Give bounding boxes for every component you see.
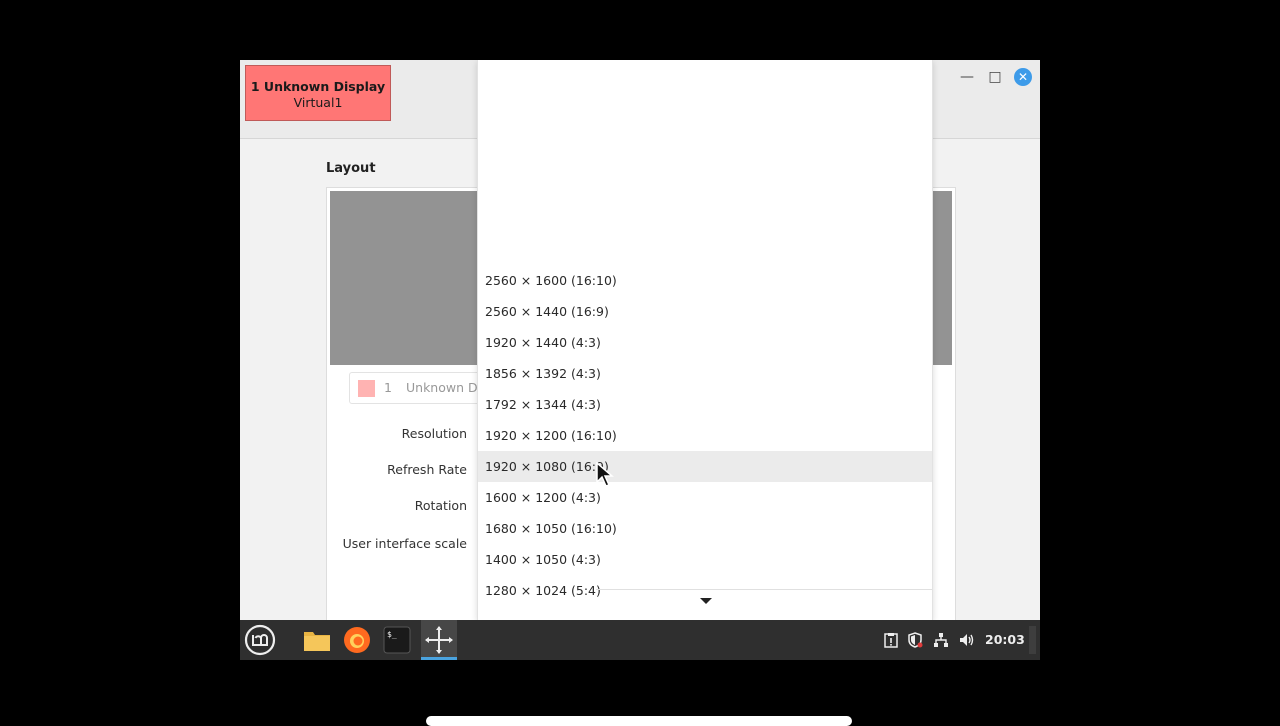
maximize-button[interactable]: □ — [986, 68, 1004, 86]
show-desktop-button[interactable] — [1029, 626, 1036, 654]
resolution-dropdown-menu[interactable]: 2560 × 1600 (16:10) 2560 × 1440 (16:9) 1… — [477, 60, 933, 620]
monitor-color-swatch — [358, 380, 375, 397]
display-settings-icon — [425, 626, 453, 654]
close-icon: ✕ — [1017, 70, 1029, 84]
volume-icon[interactable] — [959, 632, 975, 648]
resolution-option[interactable]: 1920 × 1200 (16:10) — [478, 420, 932, 451]
scroll-down-arrow-icon[interactable] — [700, 598, 712, 604]
close-button[interactable]: ✕ — [1014, 68, 1032, 86]
monitor-name: Unknown D — [406, 380, 478, 395]
files-icon — [304, 632, 330, 651]
resolution-label: Resolution — [401, 426, 467, 441]
svg-text:$_: $_ — [387, 630, 397, 639]
resolution-option[interactable]: 1792 × 1344 (4:3) — [478, 389, 932, 420]
mouse-cursor-icon — [596, 462, 615, 487]
clipboard-icon[interactable] — [883, 632, 899, 648]
bottom-edge-bar — [426, 716, 852, 726]
menu-scroll-divider — [596, 589, 932, 590]
refresh-rate-label: Refresh Rate — [387, 462, 467, 477]
ui-scale-label: User interface scale — [342, 536, 467, 551]
screen: 1 Unknown Display Virtual1 — □ ✕ Layout … — [240, 60, 1040, 660]
taskbar: $_ 20:03 — [240, 620, 1040, 660]
terminal-app-button[interactable]: $_ — [381, 624, 413, 656]
display-identify-badge: 1 Unknown Display Virtual1 — [245, 65, 391, 121]
minimize-icon: — — [960, 69, 974, 85]
firefox-icon — [344, 627, 370, 653]
terminal-icon: $_ — [383, 626, 411, 654]
clock[interactable]: 20:03 — [985, 632, 1025, 647]
resolution-option[interactable]: 1920 × 1440 (4:3) — [478, 327, 932, 358]
resolution-option[interactable]: 1600 × 1200 (4:3) — [478, 482, 932, 513]
resolution-option-hovered[interactable]: 1920 × 1080 (16:9) — [478, 451, 932, 482]
rotation-label: Rotation — [414, 498, 467, 513]
layout-title: Layout — [326, 161, 376, 176]
display-badge-subtitle: Virtual1 — [293, 95, 343, 110]
resolution-list: 2560 × 1600 (16:10) 2560 × 1440 (16:9) 1… — [478, 265, 932, 606]
network-icon[interactable] — [933, 632, 949, 648]
resolution-option[interactable]: 1856 × 1392 (4:3) — [478, 358, 932, 389]
files-app-button[interactable] — [301, 624, 333, 656]
resolution-option[interactable]: 1680 × 1050 (16:10) — [478, 513, 932, 544]
resolution-option[interactable]: 2560 × 1440 (16:9) — [478, 296, 932, 327]
active-app-indicator — [421, 657, 457, 660]
menu-icon — [244, 624, 276, 656]
shield-icon[interactable] — [907, 632, 923, 648]
monitor-number: 1 — [384, 380, 392, 395]
minimize-button[interactable]: — — [958, 68, 976, 86]
display-badge-title: 1 Unknown Display — [250, 79, 386, 94]
maximize-icon: □ — [988, 69, 1002, 85]
start-menu-button[interactable] — [244, 624, 276, 656]
resolution-option[interactable]: 2560 × 1600 (16:10) — [478, 265, 932, 296]
display-settings-app-button[interactable] — [421, 620, 457, 660]
firefox-app-button[interactable] — [341, 624, 373, 656]
resolution-option[interactable]: 1400 × 1050 (4:3) — [478, 544, 932, 575]
